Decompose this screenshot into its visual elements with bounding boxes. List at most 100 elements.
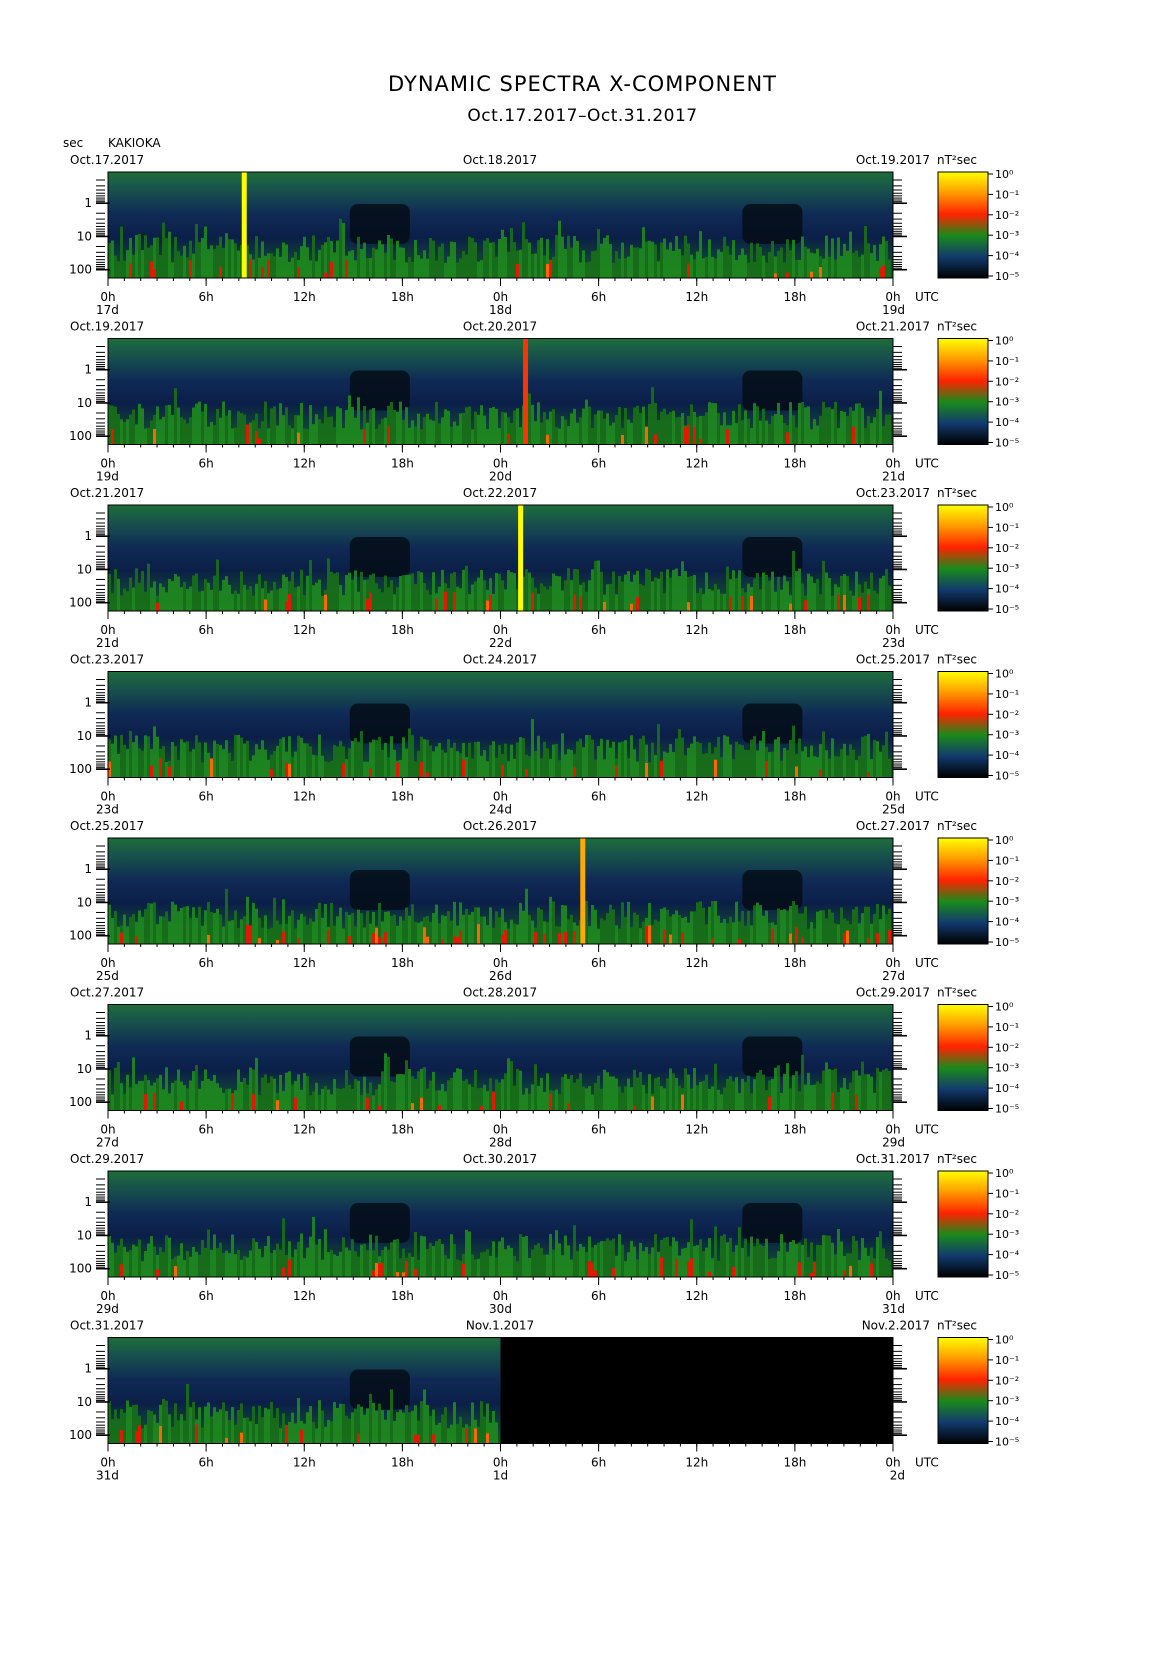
colorbar-tick-label: 10⁻⁴: [995, 1415, 1020, 1428]
activity-band: [453, 1072, 456, 1111]
activity-band: [732, 570, 735, 611]
activity-peak: [810, 271, 813, 278]
activity-band: [786, 239, 789, 278]
activity-band: [180, 1414, 183, 1444]
activity-band: [342, 428, 345, 445]
activity-band: [708, 402, 711, 445]
activity-peak: [135, 936, 138, 944]
activity-band: [336, 240, 339, 278]
colorbar-gradient: [937, 1004, 989, 1111]
activity-peak: [546, 434, 549, 445]
activity-band: [711, 753, 714, 778]
colorbar-tick-label: 10⁻¹: [995, 688, 1019, 701]
x-tick-label: 18h: [391, 457, 414, 471]
activity-band: [738, 1227, 741, 1277]
activity-peak: [231, 1093, 234, 1111]
activity-band: [405, 748, 408, 778]
activity-band: [414, 761, 417, 778]
activity-band: [459, 1069, 462, 1111]
activity-band: [468, 914, 471, 944]
activity-peak: [297, 267, 300, 278]
activity-band: [660, 571, 663, 611]
activity-band: [336, 916, 339, 944]
activity-band: [465, 407, 468, 445]
activity-band: [441, 1414, 444, 1444]
activity-band: [276, 425, 279, 445]
activity-band: [615, 925, 618, 944]
activity-band: [123, 1246, 126, 1277]
activity-band: [417, 922, 420, 944]
activity-band: [423, 250, 426, 278]
activity-band: [648, 569, 651, 611]
activity-band: [135, 568, 138, 611]
activity-band: [789, 250, 792, 278]
activity-peak: [120, 1430, 123, 1444]
activity-band: [852, 252, 855, 278]
day-label: 31d: [882, 1302, 905, 1316]
activity-band: [726, 923, 729, 944]
activity-band: [876, 1237, 879, 1277]
activity-band: [243, 584, 246, 611]
activity-peak: [525, 768, 528, 778]
activity-band: [633, 749, 636, 778]
activity-band: [525, 1088, 528, 1111]
activity-peak: [867, 937, 870, 944]
activity-band: [705, 1074, 708, 1111]
activity-band: [192, 575, 195, 611]
activity-band: [267, 1409, 270, 1444]
activity-band: [342, 1088, 345, 1111]
activity-band: [654, 919, 657, 944]
activity-peak: [567, 1103, 570, 1111]
activity-band: [318, 1400, 321, 1444]
activity-band: [195, 573, 198, 611]
x-tick-label: 0h: [100, 1123, 115, 1137]
activity-band: [360, 731, 363, 778]
activity-band: [642, 1084, 645, 1111]
activity-peak: [633, 1105, 636, 1111]
spectrogram-panel-3: 1101000h 6h 12h 18h 0h 6h 12h 18h 0h UTC21d 22d 23d…: [69, 486, 1020, 650]
activity-band: [216, 1248, 219, 1277]
activity-band: [273, 750, 276, 778]
activity-band: [225, 740, 228, 778]
activity-band: [366, 422, 369, 445]
date-mid-label: Oct.20.2017: [463, 320, 537, 334]
activity-band: [231, 239, 234, 278]
activity-band: [165, 592, 168, 611]
activity-band: [762, 731, 765, 778]
activity-band: [537, 735, 540, 778]
activity-band: [240, 737, 243, 778]
activity-band: [483, 1251, 486, 1277]
colorbar-tick-label: 10⁰: [995, 501, 1014, 514]
activity-band: [192, 749, 195, 778]
activity-band: [561, 416, 564, 445]
activity-band: [516, 1261, 519, 1277]
date-mid-label: Oct.28.2017: [463, 986, 537, 1000]
activity-band: [648, 762, 651, 778]
activity-band: [141, 1428, 144, 1444]
activity-band: [126, 1251, 129, 1277]
activity-band: [669, 744, 672, 778]
activity-band: [489, 907, 492, 944]
activity-band: [738, 404, 741, 445]
activity-band: [273, 581, 276, 611]
activity-band: [198, 1407, 201, 1444]
activity-band: [822, 258, 825, 278]
activity-band: [588, 261, 591, 278]
activity-band: [567, 425, 570, 445]
activity-band: [429, 1242, 432, 1277]
activity-band: [627, 1252, 630, 1277]
activity-band: [633, 407, 636, 445]
activity-band: [714, 403, 717, 445]
activity-band: [750, 1093, 753, 1111]
activity-band: [579, 262, 582, 278]
activity-band: [489, 242, 492, 278]
activity-band: [348, 1084, 351, 1111]
x-tick-label: 18h: [783, 457, 806, 471]
activity-band: [153, 1414, 156, 1444]
activity-band: [312, 1216, 315, 1277]
activity-band: [144, 909, 147, 944]
activity-band: [720, 757, 723, 778]
activity-peak: [300, 1429, 303, 1444]
activity-band: [846, 1253, 849, 1277]
activity-band: [447, 410, 450, 445]
